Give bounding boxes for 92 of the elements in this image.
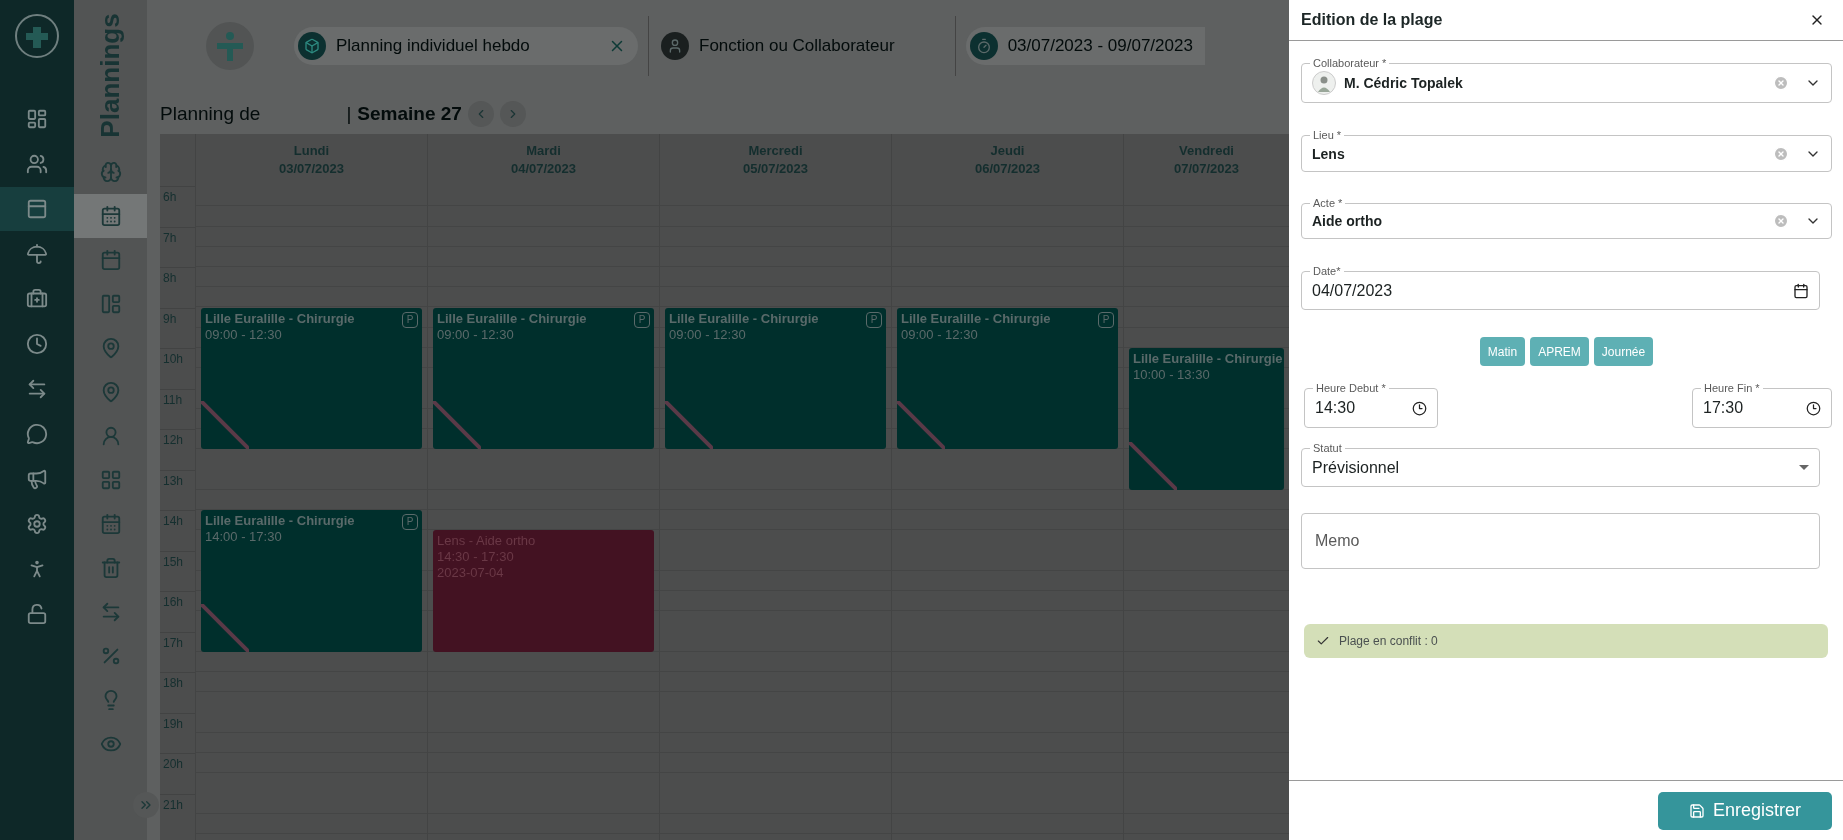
filter-chip[interactable]: Planning individuel hebdo: [294, 27, 638, 65]
umbrella-icon: [26, 243, 48, 265]
event-title: Lille Euralille - Chirurgie: [669, 310, 819, 327]
field-value: Prévisionnel: [1312, 458, 1401, 477]
day-name: Jeudi: [990, 142, 1025, 160]
clear-icon[interactable]: [1773, 213, 1789, 229]
clock-icon: [26, 333, 48, 355]
users-icon: [26, 153, 48, 175]
day-name: Mercredi: [748, 142, 803, 160]
save-button[interactable]: Enregistrer: [1658, 791, 1832, 830]
event-badge: P: [866, 311, 882, 328]
calendar-icon: [99, 513, 122, 535]
field-label: Date*: [1310, 264, 1344, 278]
user-icon: [661, 32, 689, 60]
field-label: Lieu *: [1310, 128, 1345, 142]
trash-icon: [99, 557, 122, 579]
memo-field[interactable]: Memo: [1301, 513, 1820, 569]
day-date: 05/07/2023: [742, 160, 809, 178]
event-title: Lille Euralille - Chirurgie: [205, 310, 355, 327]
layout-icon: [99, 293, 122, 315]
event-time: 10:00 - 13:30: [1133, 367, 1210, 383]
cross-logo-icon: [217, 31, 243, 61]
field-value: Lens: [1312, 145, 1346, 162]
home-button[interactable]: [206, 22, 254, 70]
day-name: Vendredi: [1179, 142, 1234, 160]
field-label: Statut: [1310, 441, 1345, 455]
check-icon: [1316, 634, 1330, 648]
logo-icon[interactable]: [14, 13, 60, 59]
event-title: Lille Euralille - Chirurgie: [437, 310, 587, 327]
field-value: 17:30: [1703, 399, 1745, 417]
section-title: Plannings: [95, 12, 126, 138]
preset-button[interactable]: Journée: [1593, 337, 1654, 366]
filter-chip[interactable]: Fonction ou Collaborateur: [648, 16, 956, 76]
filter-chip[interactable]: 03/07/2023 - 09/07/2023: [965, 27, 1205, 65]
preset-button[interactable]: APREM: [1530, 337, 1589, 366]
day-name: Lundi: [293, 142, 330, 160]
nav-item[interactable]: [0, 187, 74, 231]
dropdown-arrow-icon: [1799, 465, 1809, 470]
planning-title: Planning de: [160, 103, 261, 125]
event-badge: P: [402, 514, 418, 530]
clock-icon[interactable]: [1806, 400, 1821, 416]
day-date: 03/07/2023: [278, 160, 345, 178]
box-icon: [298, 32, 326, 60]
day-date: 07/07/2023: [1173, 160, 1240, 178]
event-time: 14:00 - 17:30: [205, 529, 282, 545]
event-title: Lille Euralille - Chirurgie: [205, 513, 355, 529]
section-nav-item[interactable]: [74, 194, 147, 238]
field-label: Heure Debut *: [1313, 381, 1389, 395]
calendar-icon[interactable]: [1793, 282, 1809, 299]
calendar-icon: [99, 205, 122, 227]
chat-icon: [26, 423, 48, 445]
save-icon: [1689, 802, 1705, 819]
clear-icon[interactable]: [1773, 75, 1789, 91]
event-title: Lille Euralille - Chirurgie: [901, 310, 1051, 327]
event-badge: P: [634, 311, 650, 328]
day-date: 04/07/2023: [510, 160, 577, 178]
week-label: Semaine 27: [357, 103, 462, 125]
grid-icon: [99, 469, 122, 491]
unlock-icon: [26, 603, 48, 625]
event-time: 09:00 - 12:30: [437, 326, 514, 343]
field-label: Heure Fin *: [1701, 381, 1763, 395]
next-week-button[interactable]: [499, 101, 526, 127]
event-time: 09:00 - 12:30: [901, 326, 978, 343]
field-value: 04/07/2023: [1312, 281, 1394, 300]
previous-week-button[interactable]: [467, 101, 494, 127]
timer-icon: [969, 32, 998, 60]
title-separator: |: [346, 103, 352, 125]
settings-icon: [26, 513, 48, 535]
dashboard-icon: [26, 108, 48, 130]
event-badge: P: [402, 311, 418, 328]
field-value: M. Cédric Topalek: [1344, 75, 1464, 91]
clear-icon[interactable]: [1773, 145, 1789, 162]
calendar-icon: [99, 249, 122, 271]
alert-text: Plage en conflit : 0: [1339, 634, 1438, 648]
day-name: Mardi: [526, 142, 561, 160]
brain-icon: [99, 161, 122, 183]
event-time: 09:00 - 12:30: [669, 326, 746, 343]
field-value: Aide ortho: [1312, 213, 1383, 229]
field-label: Acte *: [1310, 196, 1346, 210]
field-value: 14:30: [1315, 399, 1357, 417]
clock-icon[interactable]: [1412, 400, 1427, 416]
megaphone-icon: [26, 468, 48, 490]
field-label: Collaborateur *: [1310, 56, 1390, 70]
avatar-icon: [1312, 71, 1336, 95]
panel-title: Edition de la plage: [1301, 11, 1443, 29]
swap-icon: [26, 378, 48, 400]
event-time: 09:00 - 12:30: [205, 326, 282, 343]
calendar-icon: [26, 198, 48, 220]
preset-button[interactable]: Matin: [1479, 337, 1526, 366]
event-title: Lille Euralille - Chirurgie: [1133, 351, 1283, 367]
event-badge: P: [1098, 311, 1114, 328]
day-date: 06/07/2023: [974, 160, 1041, 178]
